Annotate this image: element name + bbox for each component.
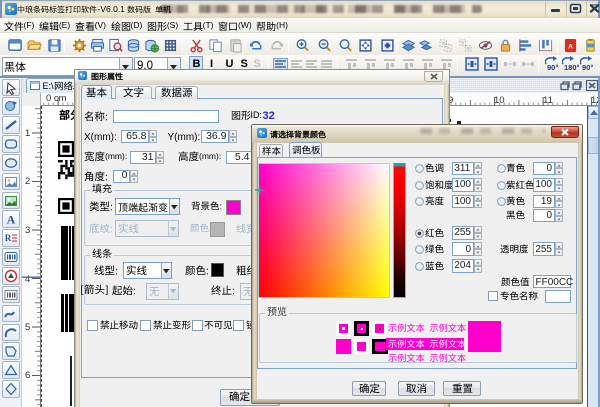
svg-text:6: 6 — [25, 370, 30, 381]
svg-text:2: 2 — [25, 176, 30, 187]
svg-text:5: 5 — [25, 322, 30, 333]
svg-text:A: A — [7, 213, 16, 227]
svg-text:4: 4 — [25, 274, 30, 285]
svg-text:11: 11 — [543, 95, 553, 106]
svg-text:A: A — [568, 43, 573, 50]
svg-text:1: 1 — [25, 128, 30, 139]
svg-text:3: 3 — [25, 225, 30, 236]
svg-text:R: R — [5, 233, 12, 243]
svg-text:10: 10 — [494, 95, 505, 106]
